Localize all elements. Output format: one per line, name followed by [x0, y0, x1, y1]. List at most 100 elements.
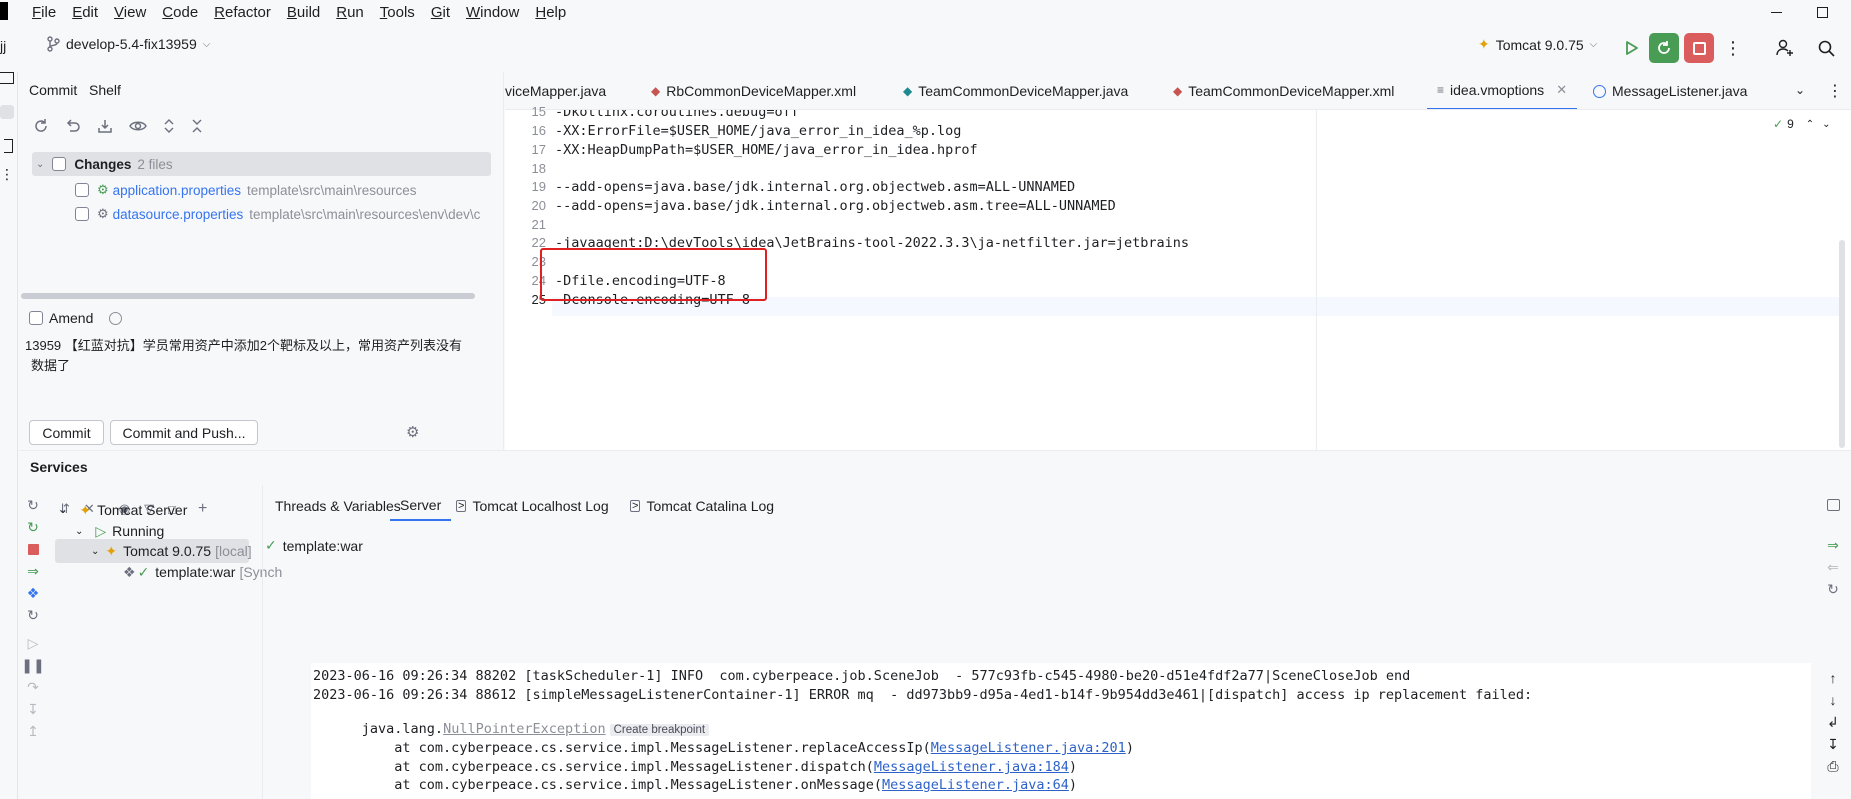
more-tools-icon[interactable]: ⋮ [0, 166, 14, 183]
search-everywhere-button[interactable] [1811, 33, 1841, 63]
expand-all-icon[interactable] [163, 118, 175, 134]
tree-label-suffix: [Synch [239, 564, 282, 580]
tab-message-listener-java[interactable]: MessageListener.java [1593, 72, 1747, 109]
tab-tomcat-localhost-log[interactable]: > Tomcat Localhost Log [456, 491, 609, 521]
menu-code[interactable]: Code [162, 4, 198, 21]
changes-checkbox[interactable] [52, 157, 67, 171]
tab-threads-variables[interactable]: Threads & Variables [275, 491, 401, 521]
commit-message-line: 13959 【红蓝对抗】学员常用资产中添加2个靶标及以上，常用资产列表没有 [25, 338, 462, 353]
history-icon[interactable] [109, 311, 123, 325]
soft-wrap-icon[interactable]: ↲ [1823, 712, 1843, 732]
rerun-button[interactable] [1649, 33, 1679, 63]
amend-label[interactable]: Amend [49, 310, 93, 326]
step-down-icon[interactable]: ↧ [23, 699, 43, 719]
settings-icon[interactable]: ⚙ [406, 423, 419, 441]
eye-icon[interactable] [129, 118, 147, 134]
menu-window[interactable]: Window [466, 4, 519, 21]
more-actions-button[interactable]: ⋮ [1718, 33, 1748, 63]
menu-file[interactable]: File [32, 4, 56, 21]
amend-checkbox[interactable] [29, 311, 43, 325]
scroll-to-end-icon[interactable]: ↧ [1823, 734, 1843, 754]
undeploy-icon[interactable]: ⇐ [1823, 557, 1843, 577]
tab-server[interactable]: Server [390, 491, 452, 521]
run-button[interactable] [1617, 33, 1647, 63]
file-row[interactable]: ⚙ application.properties template\src\ma… [75, 178, 417, 202]
deploy-icon[interactable]: ⇒ [1823, 535, 1843, 555]
step-icon[interactable]: ↷ [23, 677, 43, 697]
inspection-widget[interactable]: ✓ 9 ⌃ ⌄ [1773, 117, 1831, 131]
console-output[interactable]: 2023-06-16 09:26:34 88202 [taskScheduler… [311, 663, 1811, 799]
source-link[interactable]: MessageListener.java:64 [882, 777, 1069, 793]
project-name[interactable]: jj [0, 38, 6, 54]
file-row[interactable]: ⚙ datasource.properties template\src\mai… [75, 202, 502, 226]
commit-message-field[interactable]: 13959 【红蓝对抗】学员常用资产中添加2个靶标及以上，常用资产列表没有 数据… [19, 328, 503, 410]
chevron-down-icon[interactable]: ⌄ [1822, 119, 1830, 130]
rerun-icon [1658, 41, 1670, 54]
file-checkbox[interactable] [75, 207, 89, 221]
collapse-all-icon[interactable] [191, 118, 203, 134]
stop-button[interactable] [1684, 33, 1714, 63]
rerun-icon[interactable]: ↻ [23, 517, 43, 537]
chevron-down-icon[interactable]: ⌄ [59, 505, 67, 516]
tab-tomcat-catalina-log[interactable]: > Tomcat Catalina Log [630, 491, 774, 521]
tab-team-common-device-mapper-xml[interactable]: ◆ TeamCommonDeviceMapper.xml [1173, 72, 1394, 109]
menu-run[interactable]: Run [336, 4, 364, 21]
commit-button[interactable]: Commit [29, 420, 104, 445]
branch-selector[interactable]: develop-5.4-fix13959 ⌵ [46, 36, 210, 52]
menu-build[interactable]: Build [287, 4, 320, 21]
run-config-selector[interactable]: ✦ Tomcat 9.0.75 ⌵ [1478, 36, 1597, 53]
commit-icon[interactable] [0, 105, 14, 119]
horizontal-scrollbar[interactable] [21, 293, 475, 299]
add-user-button[interactable] [1770, 33, 1800, 63]
debug-icon[interactable]: ❖ [23, 583, 43, 603]
sync-icon[interactable]: ↻ [1823, 579, 1843, 599]
vertical-scrollbar[interactable] [1839, 240, 1845, 448]
refresh-icon[interactable]: ↻ [23, 495, 43, 515]
file-checkbox[interactable] [75, 183, 89, 197]
tab-label: Server [400, 497, 442, 513]
menu-view[interactable]: View [114, 4, 146, 21]
chevron-up-icon[interactable]: ⌃ [1806, 119, 1814, 130]
tab-label: Tomcat Localhost Log [472, 498, 609, 514]
print-icon[interactable]: ⎙ [1823, 756, 1843, 776]
maximize-button[interactable] [1799, 0, 1845, 24]
tab-team-common-device-mapper-java[interactable]: ◆ TeamCommonDeviceMapper.java [903, 72, 1128, 109]
menu-edit[interactable]: Edit [72, 4, 98, 21]
menu-tools[interactable]: Tools [380, 4, 415, 21]
update-icon[interactable] [97, 118, 113, 134]
more-vertical-icon[interactable]: ⋮ [1827, 81, 1843, 101]
project-icon[interactable] [0, 72, 14, 84]
scroll-down-icon[interactable]: ↓ [1823, 690, 1843, 710]
changes-group-row[interactable]: ⌄ Changes 2 files [32, 152, 491, 176]
chevron-down-icon[interactable]: ⌄ [91, 546, 99, 557]
close-icon[interactable]: ✕ [1556, 82, 1567, 98]
tab-device-mapper-java[interactable]: viceMapper.java [505, 72, 606, 109]
deploy-icon[interactable]: ⇒ [23, 561, 43, 581]
file-path: template\src\main\resources\env\dev\c [249, 206, 481, 222]
minimize-button[interactable] [1753, 0, 1799, 24]
commit-and-push-button[interactable]: Commit and Push... [110, 420, 258, 445]
structure-icon[interactable] [4, 139, 13, 153]
update-icon[interactable]: ↻ [23, 605, 43, 625]
step-up-icon[interactable]: ↥ [23, 721, 43, 741]
rollback-icon[interactable] [65, 118, 81, 134]
tab-commit[interactable]: Commit [29, 72, 77, 108]
menu-help[interactable]: Help [535, 4, 566, 21]
pause-icon[interactable]: ❚❚ [21, 655, 44, 675]
services-divider [262, 485, 263, 799]
scroll-up-icon[interactable]: ↑ [1823, 668, 1843, 688]
chevron-down-icon[interactable]: ⌄ [75, 526, 83, 537]
tab-rb-common-device-mapper-xml[interactable]: ◆ RbCommonDeviceMapper.xml [651, 72, 856, 109]
tab-shelf[interactable]: Shelf [89, 72, 121, 108]
layout-icon[interactable] [1827, 499, 1840, 511]
tab-idea-vmoptions[interactable]: ≡ idea.vmoptions ✕ [1427, 72, 1578, 109]
menu-refactor[interactable]: Refactor [214, 4, 271, 21]
menu-git[interactable]: Git [431, 4, 450, 21]
chevron-down-icon[interactable]: ⌄ [1795, 83, 1805, 97]
refresh-icon[interactable] [33, 118, 49, 134]
services-action-strip: ↻ ↻ ⇒ ❖ ↻ ▷ ❚❚ ↷ ↧ ↥ [19, 495, 47, 799]
tree-node-artifact[interactable]: ❖ ✓ template:war [Synch [123, 560, 282, 584]
chevron-down-icon[interactable]: ⌄ [36, 159, 44, 170]
resume-icon[interactable]: ▷ [23, 633, 43, 653]
stop-icon[interactable] [23, 539, 43, 559]
